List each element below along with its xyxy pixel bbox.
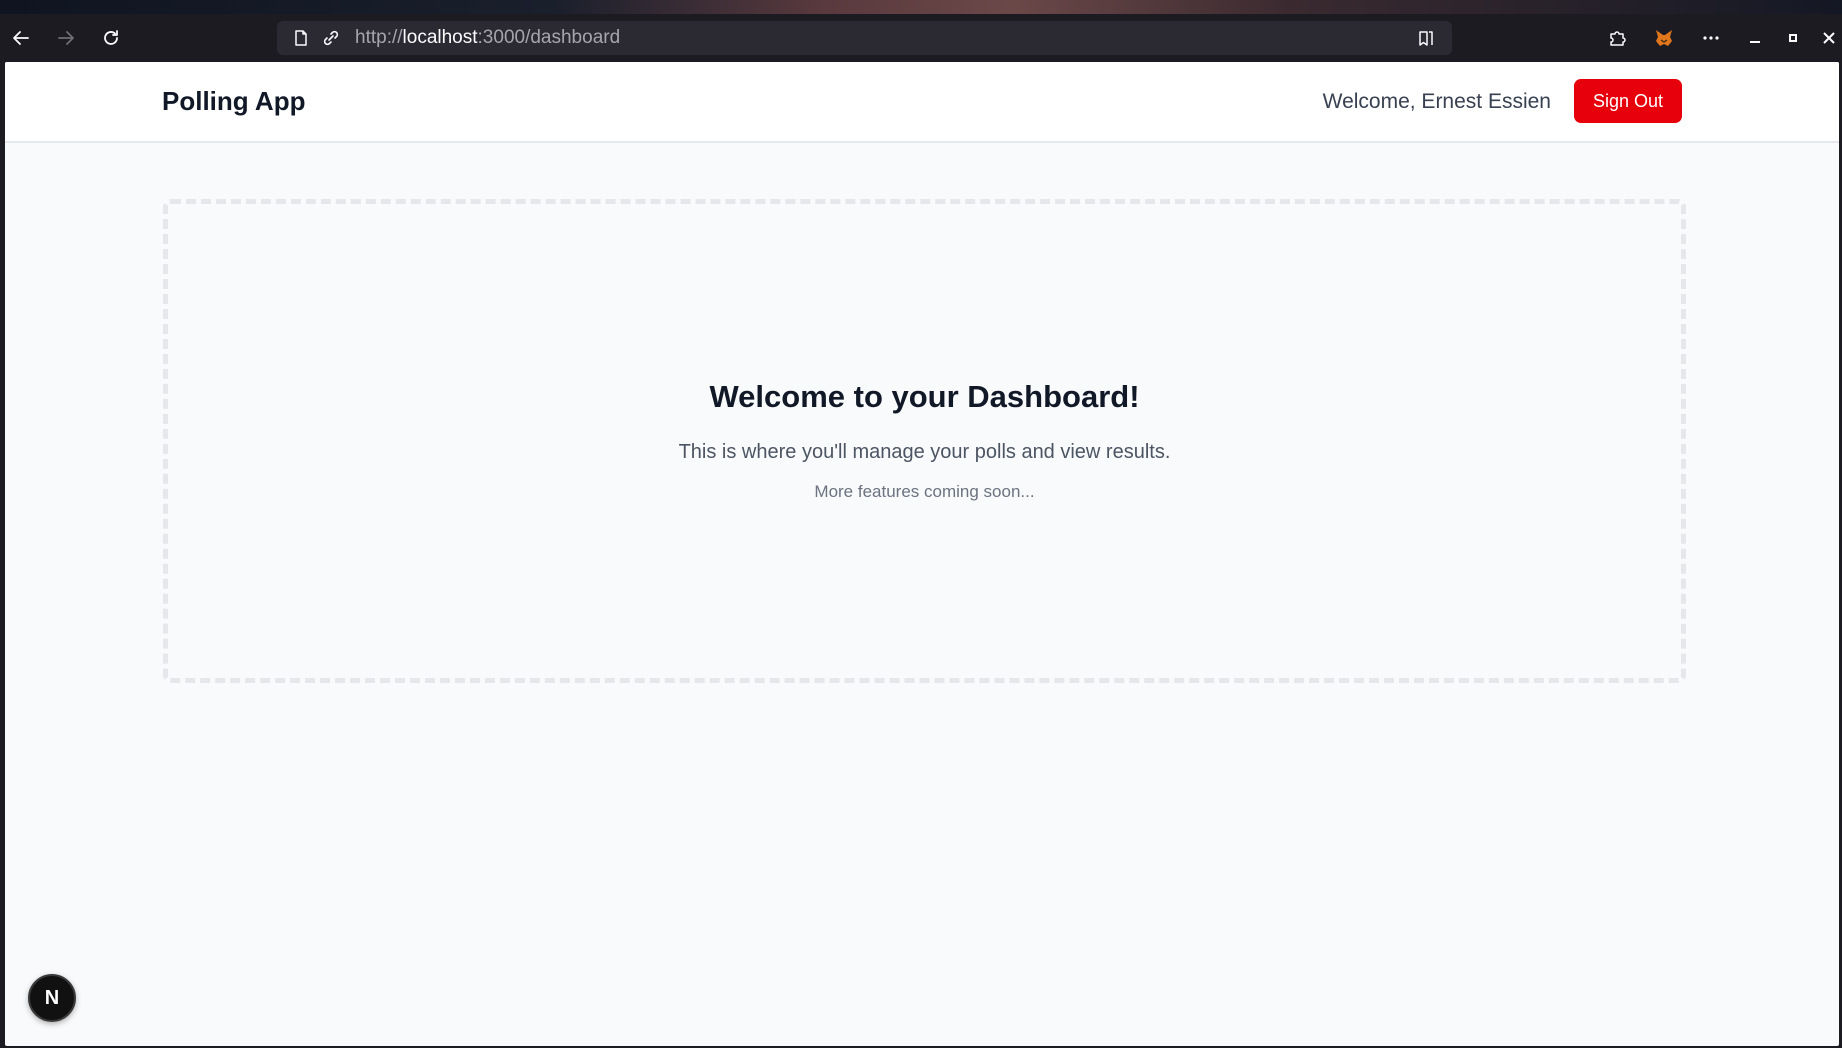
extensions-button[interactable] xyxy=(1605,26,1629,50)
more-horizontal-icon xyxy=(1703,36,1719,40)
forward-button[interactable] xyxy=(52,24,80,52)
os-top-strip xyxy=(0,0,1842,14)
connection-icon[interactable] xyxy=(322,29,340,47)
arrow-right-icon xyxy=(58,31,74,45)
close-icon xyxy=(1823,32,1835,44)
app-brand[interactable]: Polling App xyxy=(162,86,305,117)
reader-view-icon[interactable] xyxy=(1417,29,1435,47)
back-button[interactable] xyxy=(7,24,35,52)
url-path: :3000/dashboard xyxy=(477,27,621,48)
puzzle-icon xyxy=(1610,31,1626,46)
page-viewport: Polling App Welcome, Ernest Essien Sign … xyxy=(5,62,1839,1046)
url-bar[interactable]: http://localhost:3000/dashboard xyxy=(277,21,1452,55)
close-window-button[interactable] xyxy=(1817,26,1841,50)
dashboard-note: More features coming soon... xyxy=(814,482,1035,501)
nextjs-logo-icon: N xyxy=(44,986,60,1009)
app-header: Polling App Welcome, Ernest Essien Sign … xyxy=(5,62,1839,143)
minimize-icon xyxy=(1750,41,1760,43)
metamask-button[interactable] xyxy=(1652,26,1676,50)
url-text[interactable]: http://localhost:3000/dashboard xyxy=(355,21,620,55)
sign-out-button[interactable]: Sign Out xyxy=(1574,79,1682,123)
minimize-button[interactable] xyxy=(1743,26,1767,50)
nextjs-dev-badge[interactable]: N xyxy=(28,974,76,1022)
fox-icon xyxy=(1656,30,1672,46)
browser-toolbar: http://localhost:3000/dashboard xyxy=(0,14,1842,62)
dashboard-title: Welcome to your Dashboard! xyxy=(709,379,1140,414)
dashboard-subtitle: This is where you'll manage your polls a… xyxy=(678,441,1171,463)
arrow-left-icon xyxy=(13,31,29,45)
url-host: localhost xyxy=(402,27,478,48)
maximize-icon xyxy=(1789,34,1797,42)
menu-button[interactable] xyxy=(1699,26,1723,50)
dashboard-placeholder-box: Welcome to your Dashboard! This is where… xyxy=(163,199,1686,683)
reload-button[interactable] xyxy=(97,24,125,52)
maximize-button[interactable] xyxy=(1781,26,1805,50)
url-scheme: http:// xyxy=(355,27,403,48)
reload-icon xyxy=(104,30,118,45)
page-icon xyxy=(295,30,307,46)
welcome-user-text: Welcome, Ernest Essien xyxy=(1322,90,1551,113)
